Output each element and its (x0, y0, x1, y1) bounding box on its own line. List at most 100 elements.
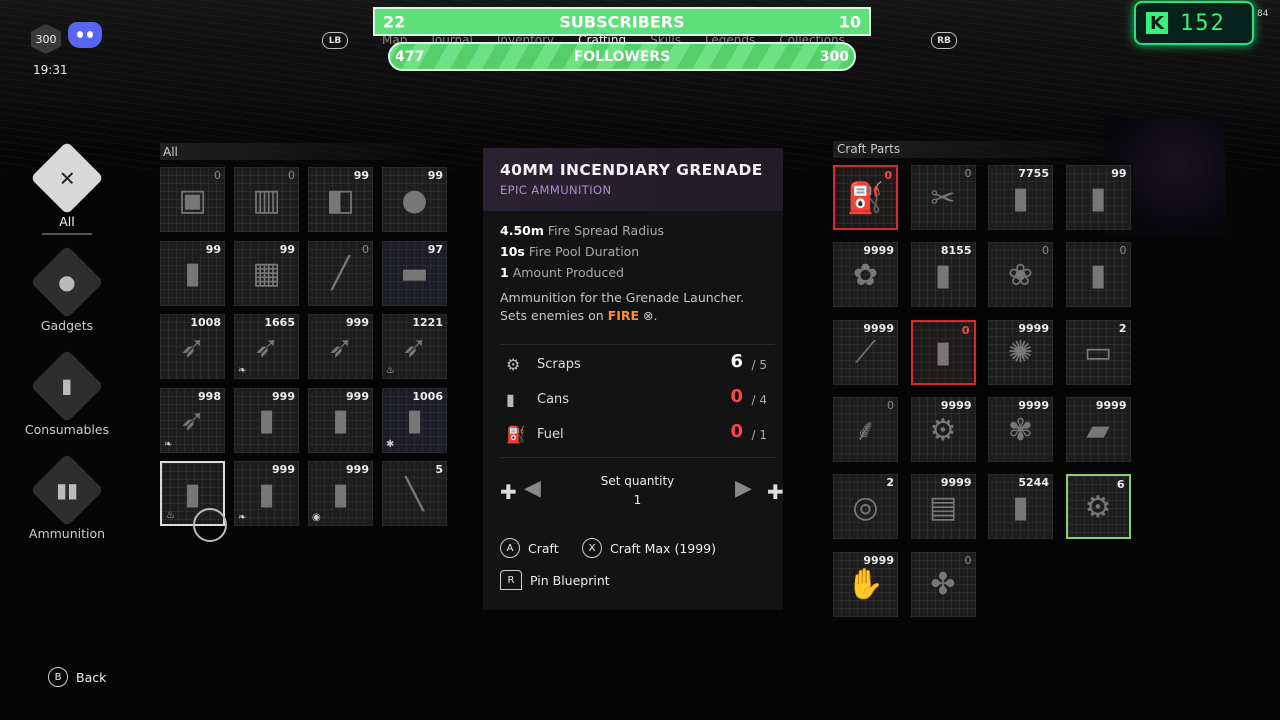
part-count: 9999 (940, 476, 972, 490)
item-count: 1221 (412, 316, 443, 329)
lb-button[interactable]: LB (322, 32, 348, 49)
ammo-type-icon: ❧ (164, 438, 173, 450)
part-count: 0 (961, 323, 970, 337)
a-button-icon: A (500, 538, 520, 558)
item-count: 0 (214, 169, 221, 182)
category-consumables[interactable]: ▮ Consumables (20, 349, 114, 437)
craft-part-slot[interactable]: ⟋ 9999 (833, 319, 898, 385)
part-count: 9999 (940, 398, 972, 412)
category-label: Consumables (24, 422, 110, 437)
quantity-selector: ✚ ◀ Set quantity 1 ▶ ✚ (500, 470, 784, 514)
part-icon: ▮ (1012, 180, 1029, 216)
inventory-slot[interactable]: ▮ 999 ◉ (308, 461, 373, 526)
stat-amount-produced: 1 Amount Produced (500, 265, 624, 280)
inventory-slot[interactable]: ▥ 0 (234, 167, 299, 232)
craft-part-slot[interactable]: ✺ 9999 (988, 319, 1053, 385)
item-count: 99 (205, 242, 221, 256)
quantity-value[interactable]: 1 (500, 493, 775, 507)
part-icon: ✂ (930, 180, 956, 216)
category-ammunition[interactable]: ▮▮ Ammunition (20, 453, 114, 541)
inventory-slot[interactable]: ➶ 1008 (160, 314, 225, 379)
craft-part-slot[interactable]: ◎ 2 (833, 474, 898, 540)
inventory-slot[interactable]: ▬ 97 (382, 240, 447, 306)
bullets-icon: ▮▮ (30, 453, 104, 527)
inventory-slot[interactable]: ▮ 999 (308, 387, 373, 453)
inventory-slot[interactable]: ➶ 1665 ❧ (234, 314, 299, 379)
item-count: 999 (346, 316, 369, 329)
kick-viewer-count: 152 (1180, 10, 1226, 36)
part-icon: ▮ (1089, 180, 1107, 216)
part-icon: ◎ (852, 489, 879, 525)
craft-part-slot[interactable]: ▮ 5244 (988, 474, 1053, 540)
inventory-slot[interactable]: ◧ 99 (308, 167, 373, 232)
fire-icon: ⊗ (643, 308, 654, 323)
inventory-label: All (160, 143, 446, 160)
craft-part-slot[interactable]: ▰ 9999 (1065, 396, 1131, 462)
part-icon: ✺ (1007, 335, 1034, 371)
craft-part-slot[interactable]: ⚙ 6 (1065, 474, 1131, 540)
craft-part-slot[interactable]: ▮ 0 (1065, 242, 1131, 308)
part-count: 7755 (1018, 167, 1049, 180)
craft-button[interactable]: A Craft (500, 538, 559, 558)
player-level: 300 (35, 32, 57, 46)
requirements-list: ⚙ Scraps 6 / 5 ▮ Cans 0 / 4 ⛽ Fuel 0 / 1 (500, 344, 775, 458)
category-all[interactable]: ✕ All (20, 141, 114, 235)
inventory-slot[interactable]: ╲ 5 (382, 461, 447, 526)
rb-button[interactable]: RB (931, 32, 957, 49)
craft-part-slot[interactable]: ✿ 9999 (833, 242, 898, 308)
inventory-slot[interactable]: ● 99 (382, 167, 447, 232)
inventory-slot[interactable]: ➶ 1221 ♨ (382, 314, 447, 379)
craft-part-slot[interactable]: ▮ 8155 (910, 242, 976, 308)
dpad-right-icon[interactable]: ✚ (767, 482, 784, 502)
craft-part-slot[interactable]: ⚙ 9999 (910, 396, 976, 462)
craft-part-slot[interactable]: ✤ 0 (910, 551, 976, 617)
craft-part-slot[interactable]: ▭ 2 (1065, 319, 1131, 385)
part-count: 0 (964, 167, 972, 180)
item-icon: ➶ (401, 329, 428, 365)
requirement-row: ⛽ Fuel 0 / 1 (506, 421, 767, 444)
craft-part-slot[interactable]: ⛽ 0 (833, 165, 898, 230)
category-label: Ammunition (28, 526, 106, 541)
inventory-slot[interactable]: ➶ 999 (308, 314, 373, 379)
stat-fire-spread: 4.50m Fire Spread Radius (500, 223, 665, 238)
craft-part-slot[interactable]: ▮ 0 (910, 319, 976, 385)
inventory-slot[interactable]: ▦ 99 (234, 240, 299, 306)
back-button[interactable]: B Back (48, 667, 106, 687)
craft-part-slot[interactable]: ✋ 9999 (833, 551, 898, 617)
craft-part-slot[interactable]: ✂ 0 (910, 165, 976, 230)
inventory-slot[interactable]: ╱ 0 (308, 240, 373, 306)
part-count: 8155 (940, 244, 972, 258)
craft-max-button[interactable]: X Craft Max (1999) (582, 538, 716, 558)
item-count: 99 (279, 242, 295, 256)
item-icon: ◧ (326, 182, 355, 218)
item-count: 999 (272, 389, 295, 403)
part-count: 5244 (1018, 476, 1049, 490)
can-icon: ▮ (506, 390, 515, 409)
inventory-slot[interactable]: ➶ 998 ❧ (160, 387, 225, 453)
craft-part-slot[interactable]: ❀ 0 (988, 242, 1053, 308)
inventory-slot[interactable]: ▮ 999 (234, 387, 299, 453)
craft-part-slot[interactable]: ▮ 99 (1065, 165, 1131, 230)
item-count: 1006 (412, 389, 443, 403)
inventory-slot[interactable]: ▮ 999 ❧ (234, 461, 299, 526)
craft-part-slot[interactable]: ▤ 9999 (910, 474, 976, 540)
pin-blueprint-button[interactable]: R Pin Blueprint (500, 570, 610, 590)
item-count: 1008 (190, 316, 221, 329)
inventory-slot[interactable]: ▮ 1006 ✱ (382, 387, 447, 453)
craft-part-slot[interactable]: ⸙ 0 (833, 396, 898, 462)
inventory-slot[interactable]: ▮ 99 (160, 240, 225, 306)
part-count: 0 (1042, 244, 1049, 258)
part-count: 0 (1119, 244, 1127, 258)
item-icon: ╲ (405, 476, 424, 512)
inventory-slot[interactable]: ▣ 0 (160, 167, 225, 232)
item-count: 0 (288, 169, 295, 182)
ammo-type-icon: ❧ (238, 512, 247, 523)
increase-quantity-arrow[interactable]: ▶ (735, 478, 752, 500)
craft-part-slot[interactable]: ✾ 9999 (988, 396, 1053, 462)
item-icon: ➶ (327, 329, 354, 365)
craft-part-slot[interactable]: ▮ 7755 (988, 165, 1053, 230)
category-gadgets[interactable]: ● Gadgets (20, 245, 114, 333)
part-count: 9999 (863, 244, 894, 258)
cursor-ring (193, 508, 227, 542)
part-count: 0 (884, 169, 892, 182)
